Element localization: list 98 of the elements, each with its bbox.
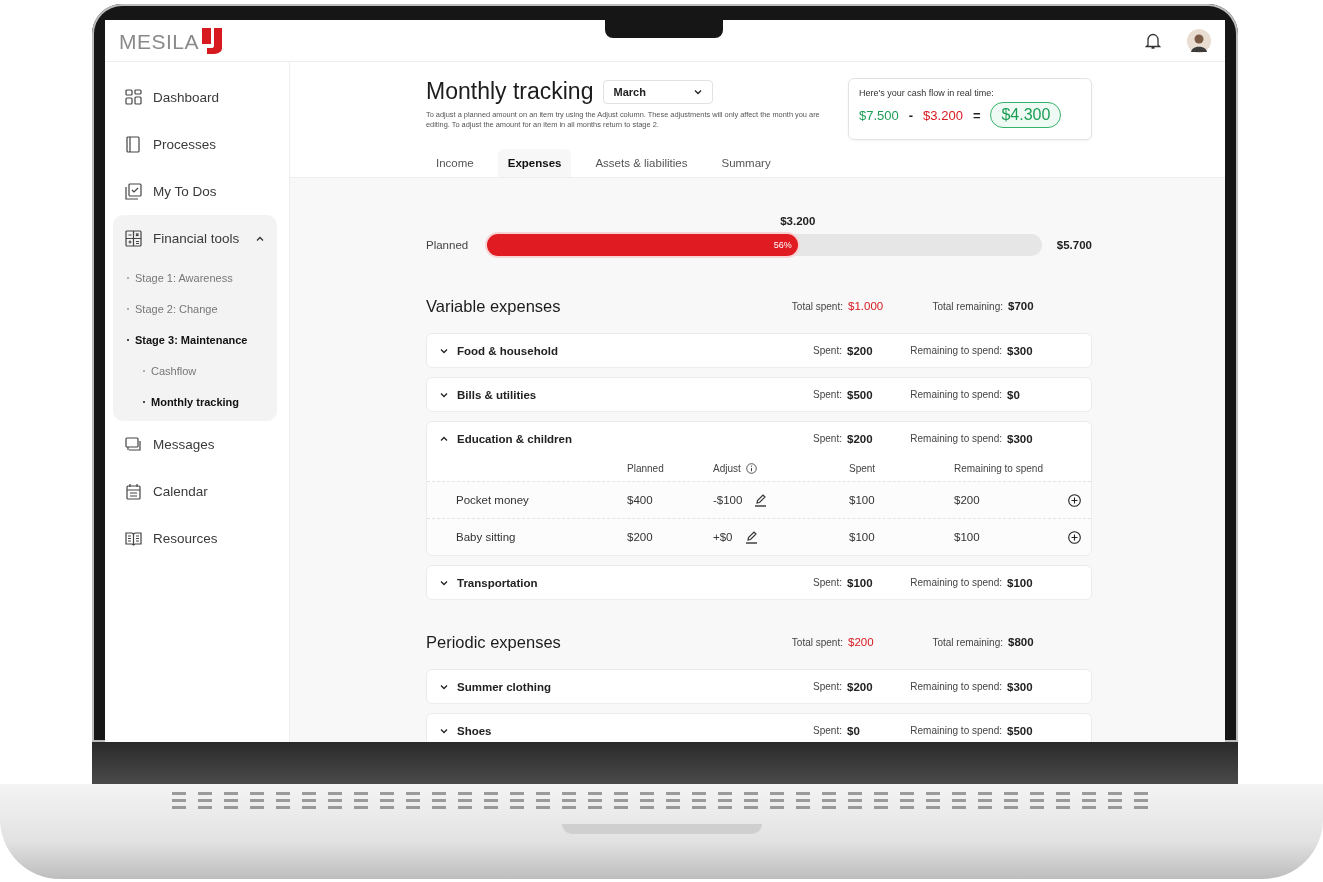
column-header: Adjust	[713, 462, 741, 474]
expenses-amount: $3.200	[923, 107, 963, 123]
column-header: Planned	[627, 462, 664, 474]
sidebar-item[interactable]: Processes	[113, 121, 277, 168]
minus-sign: -	[908, 107, 914, 123]
sidebar-item[interactable]: Calendar	[113, 468, 277, 515]
spent-amount: $3.200	[780, 215, 816, 229]
submenu-item[interactable]: Stage 3: Maintenance	[113, 324, 277, 355]
spent-value: $100	[847, 576, 874, 589]
sidebar-item[interactable]: Resources	[113, 515, 277, 562]
remaining-value: $0	[1007, 388, 1021, 401]
table-cell-text: $400	[627, 494, 654, 506]
logo-text: MESILA	[119, 29, 200, 54]
column-header: Spent	[849, 462, 876, 474]
cashflow-result: $4.300	[990, 102, 1062, 128]
spent-value: $200	[847, 680, 874, 693]
spent-value: $200	[847, 344, 874, 357]
remaining-value: $300	[1007, 680, 1034, 693]
tab[interactable]: Assets & liabilities	[585, 149, 698, 177]
remaining-label: Remaining to spend:	[909, 725, 1003, 736]
add-circle-icon[interactable]	[1067, 530, 1081, 544]
table-cell: +$0	[713, 531, 733, 543]
tab[interactable]: Summary	[711, 149, 781, 177]
spent-label: Spent:	[812, 725, 843, 736]
dashboard-icon	[124, 88, 143, 107]
pencil-icon[interactable]	[744, 530, 758, 544]
info-icon	[745, 462, 757, 474]
submenu-item[interactable]: Monthly tracking	[113, 386, 277, 417]
remaining-value: $300	[1007, 344, 1034, 357]
spent-value: $200	[847, 432, 874, 445]
remaining-label: Remaining to spend:	[909, 433, 1003, 444]
table-cell-text: $100	[849, 494, 876, 506]
category-header[interactable]: Summer clothing	[427, 680, 747, 693]
spent-label: Spent:	[812, 681, 843, 692]
submenu-item[interactable]: Cashflow	[113, 355, 277, 386]
open-book-icon	[124, 529, 143, 548]
remaining-label: Remaining to spend:	[909, 681, 1003, 692]
logo-icon	[200, 27, 223, 54]
category-header[interactable]: Food & household	[427, 344, 747, 357]
total-remaining-label: Total remaining:	[931, 636, 1004, 648]
total-remaining-value: $700	[1008, 300, 1035, 312]
category-header[interactable]: Shoes	[427, 724, 747, 737]
avatar-icon[interactable]	[1187, 28, 1211, 53]
table-cell-text: $200	[627, 531, 654, 543]
cashflow-label: Here's your cash flow in real time:	[859, 88, 995, 98]
remaining-value: $300	[1007, 432, 1034, 445]
remaining-value: $500	[1007, 724, 1034, 737]
table-cell-text: Pocket money	[455, 494, 530, 506]
add-circle-icon[interactable]	[1067, 493, 1081, 507]
income-amount: $7.500	[859, 107, 899, 123]
spent-label: Spent:	[812, 577, 843, 588]
total-spent-value: $1.000	[848, 300, 885, 312]
table-cell-text: $200	[954, 494, 981, 506]
sidebar-item[interactable]: Dashboard	[113, 74, 277, 121]
bar-label: Planned	[426, 239, 470, 251]
table-cell-text: Baby sitting	[455, 531, 517, 543]
total-spent-label: Total spent:	[790, 300, 844, 312]
checklist-icon	[124, 182, 143, 201]
total-spent-label: Total spent:	[790, 636, 844, 648]
remaining-value: $100	[1007, 576, 1034, 589]
pencil-icon[interactable]	[754, 493, 768, 507]
category-header[interactable]: Bills & utilities	[427, 388, 747, 401]
sidebar-item[interactable]: My To Dos	[113, 168, 277, 215]
spent-label: Spent:	[812, 433, 843, 444]
table-cell-text: $100	[849, 531, 876, 543]
page-title: Monthly tracking	[426, 78, 594, 105]
calculator-icon	[124, 229, 143, 248]
category-header[interactable]: Transportation	[427, 576, 747, 589]
section-title: Periodic expenses	[426, 632, 562, 652]
total-spent-value: $200	[848, 636, 875, 648]
spent-value: $500	[847, 388, 874, 401]
equals-sign: =	[972, 107, 981, 123]
category-header[interactable]: Education & children	[427, 432, 747, 445]
total-remaining-label: Total remaining:	[931, 300, 1004, 312]
spent-value: $0	[847, 724, 861, 737]
spent-label: Spent:	[812, 345, 843, 356]
column-header: Remaining to spend	[954, 462, 1043, 474]
remaining-label: Remaining to spend:	[909, 577, 1003, 588]
remaining-label: Remaining to spend:	[909, 389, 1003, 400]
table-cell: -$100	[713, 494, 743, 506]
sidebar-item[interactable]: Messages	[113, 421, 277, 468]
submenu-item[interactable]: Stage 2: Change	[113, 293, 277, 324]
sidebar-item[interactable]: Financial tools	[113, 215, 277, 262]
month-dropdown[interactable]: March	[603, 79, 714, 104]
planned-total: $5.700	[1055, 239, 1092, 251]
book-icon	[124, 135, 143, 154]
tab[interactable]: Expenses	[497, 149, 572, 177]
percent-label: 56%	[773, 240, 792, 250]
notification-bell-icon[interactable]	[1145, 31, 1161, 50]
tab[interactable]: Income	[426, 149, 484, 177]
submenu-item[interactable]: Stage 1: Awareness	[113, 262, 277, 293]
section-title: Variable expenses	[426, 296, 562, 316]
chat-icon	[124, 435, 143, 454]
spent-label: Spent:	[812, 389, 843, 400]
remaining-label: Remaining to spend:	[909, 345, 1003, 356]
calendar-icon	[124, 482, 143, 501]
table-cell-text: $100	[954, 531, 981, 543]
total-remaining-value: $800	[1008, 636, 1035, 648]
